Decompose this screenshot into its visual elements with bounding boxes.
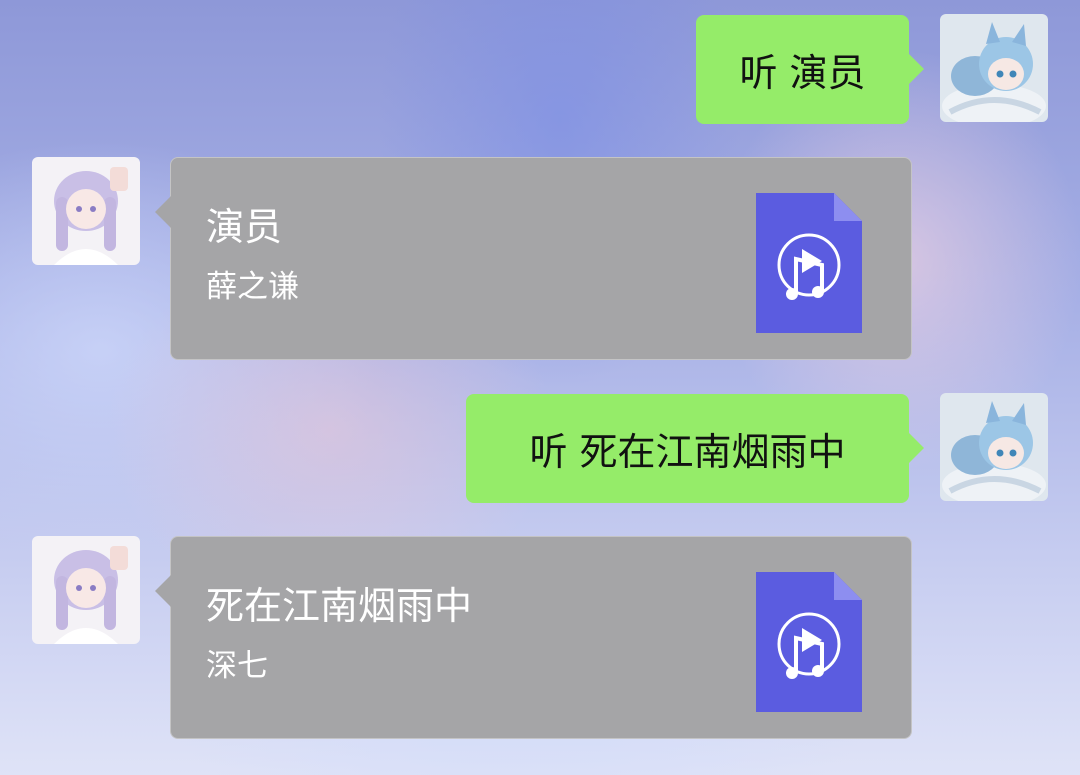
outgoing-message-bubble[interactable]: 听 演员 [696,15,924,124]
outgoing-message-bubble[interactable]: 听 死在江南烟雨中 [466,394,924,503]
anime-girl-avatar [32,536,140,644]
anime-girl-avatar [32,157,140,265]
song-title: 演员 [206,205,283,249]
music-file-icon [756,193,862,333]
user-avatar[interactable] [940,393,1048,501]
anime-cat-girl-avatar [940,14,1048,122]
bubble-tail [155,196,171,228]
music-share-card[interactable]: 死在江南烟雨中 深七 [155,536,912,739]
bubble-tail [908,53,924,85]
song-artist: 薛之谦 [206,269,299,305]
message-text: 听 死在江南烟雨中 [529,430,846,474]
song-title: 死在江南烟雨中 [206,584,473,628]
user-avatar[interactable] [940,14,1048,122]
contact-avatar[interactable] [32,536,140,644]
music-share-card[interactable]: 演员 薛之谦 [155,157,912,360]
message-text: 听 演员 [739,51,866,95]
anime-cat-girl-avatar [940,393,1048,501]
bubble-tail [908,432,924,464]
bubble-tail [155,575,171,607]
song-artist: 深七 [206,648,268,684]
music-file-icon [756,572,862,712]
contact-avatar[interactable] [32,157,140,265]
